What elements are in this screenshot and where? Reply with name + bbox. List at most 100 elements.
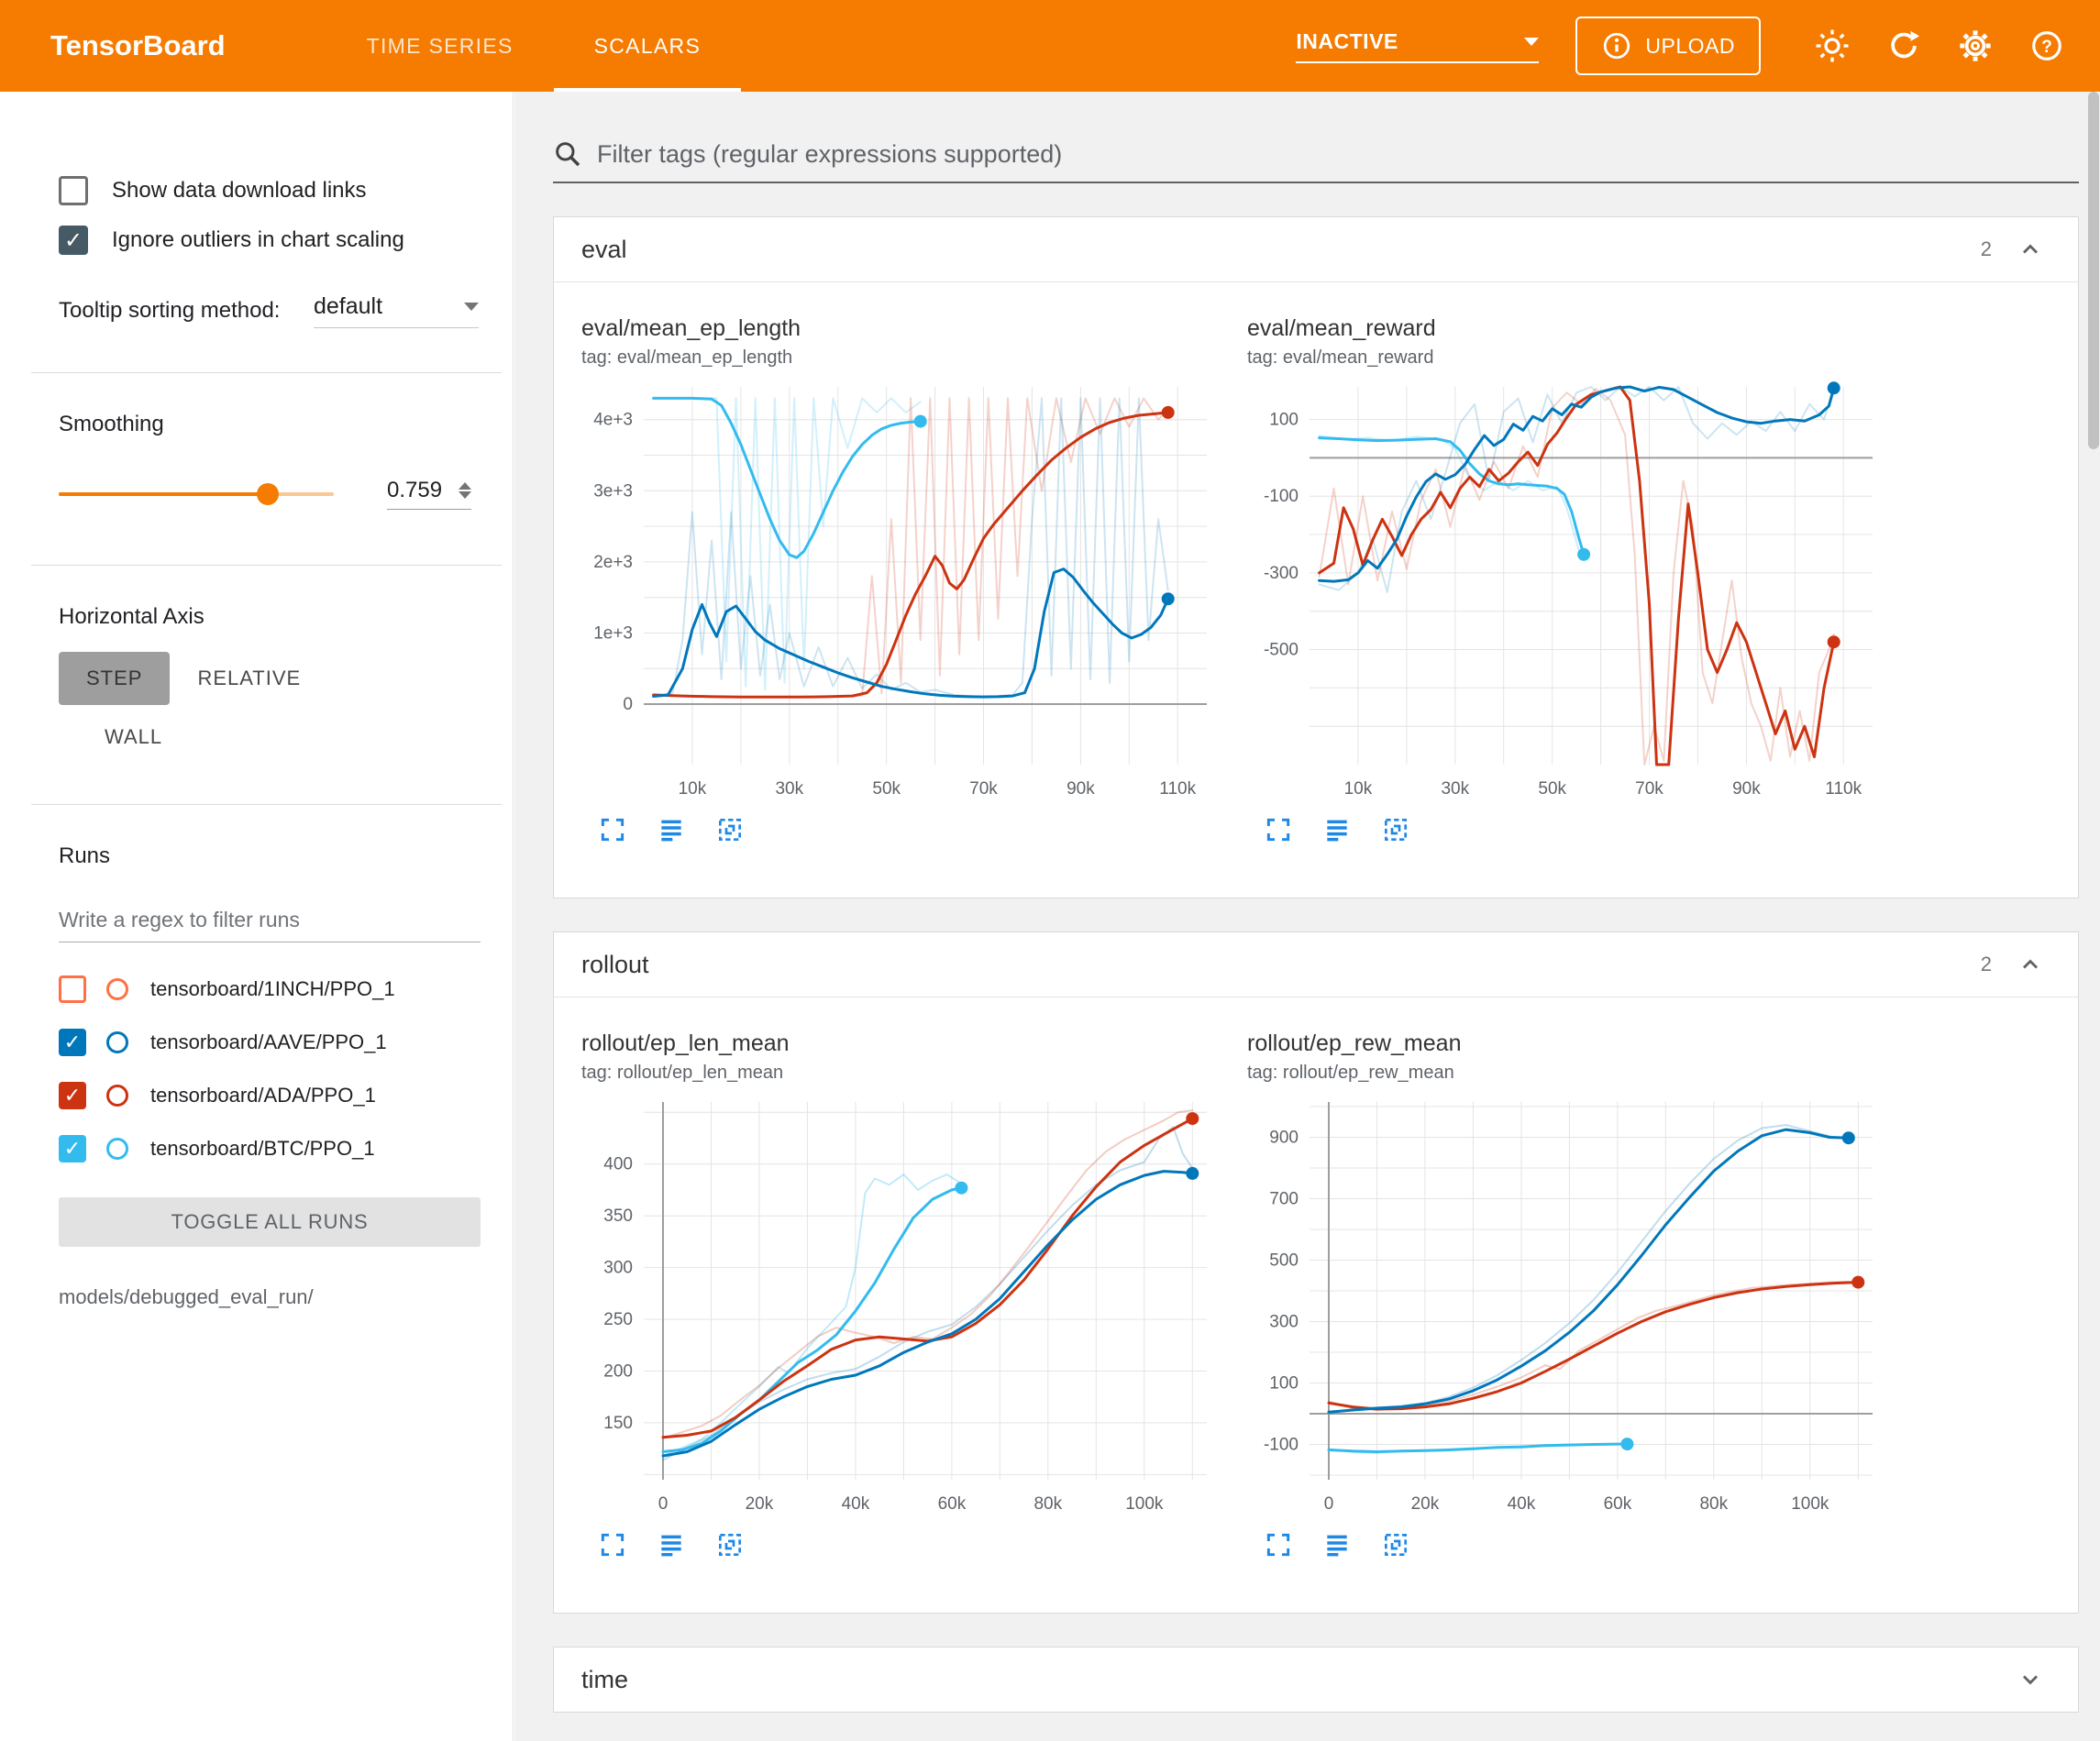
dashboard-main: eval 2 eval/mean_ep_length tag: eval/mea… — [514, 92, 2100, 1741]
svg-text:400: 400 — [603, 1155, 633, 1174]
run-row-ada[interactable]: tensorboard/ADA/PPO_1 — [59, 1069, 485, 1122]
chart-widget-mean-reward: eval/mean_reward tag: eval/mean_reward 1… — [1247, 315, 1889, 846]
scrollbar[interactable] — [2087, 92, 2100, 1741]
run-row-1inch[interactable]: tensorboard/1INCH/PPO_1 — [59, 963, 485, 1016]
refresh-icon[interactable] — [1878, 20, 1929, 72]
section-header-eval[interactable]: eval 2 — [554, 217, 2078, 281]
nav-tabs: TIME SERIES SCALARS — [326, 0, 741, 92]
chart-count-badge: 2 — [1981, 953, 1992, 976]
run-label: tensorboard/1INCH/PPO_1 — [150, 977, 395, 1001]
svg-text:250: 250 — [603, 1310, 633, 1329]
smoothing-slider[interactable] — [59, 492, 334, 496]
tooltip-sorting-select[interactable]: default — [314, 293, 479, 328]
fit-domain-icon[interactable] — [1379, 813, 1412, 846]
expand-chart-icon[interactable] — [596, 1528, 629, 1561]
run-checkbox[interactable] — [59, 1135, 86, 1163]
svg-text:350: 350 — [603, 1207, 633, 1226]
section-title: time — [581, 1666, 628, 1694]
fit-domain-icon[interactable] — [713, 813, 746, 846]
setting-show-download-links[interactable]: Show data download links — [59, 176, 485, 205]
svg-text:150: 150 — [603, 1414, 633, 1433]
axis-wall-button[interactable]: WALL — [77, 711, 190, 764]
svg-text:10k: 10k — [1344, 779, 1373, 799]
fit-domain-icon[interactable] — [713, 1528, 746, 1561]
data-table-icon[interactable] — [1321, 1528, 1354, 1561]
svg-text:50k: 50k — [1538, 779, 1566, 799]
checkbox-show-download-links[interactable] — [59, 176, 88, 205]
chart-tag: tag: eval/mean_reward — [1247, 347, 1889, 369]
run-color-ring — [106, 1138, 128, 1160]
section-header-rollout[interactable]: rollout 2 — [554, 932, 2078, 997]
toggle-all-runs-button[interactable]: TOGGLE ALL RUNS — [59, 1197, 481, 1247]
line-chart[interactable]: 020k40k60k80k100k900700500300100-100 — [1247, 1091, 1889, 1526]
runs-base-path: models/debugged_eval_run/ — [59, 1285, 485, 1309]
svg-text:500: 500 — [1269, 1251, 1299, 1271]
svg-text:1e+3: 1e+3 — [593, 624, 633, 644]
topbar: TensorBoard TIME SERIES SCALARS INACTIVE… — [0, 0, 2100, 92]
chart-widget-mean-ep-length: eval/mean_ep_length tag: eval/mean_ep_le… — [581, 315, 1223, 846]
section-body-rollout: rollout/ep_len_mean tag: rollout/ep_len_… — [554, 997, 2078, 1613]
stepper-arrows-icon[interactable] — [459, 482, 471, 499]
run-row-aave[interactable]: tensorboard/AAVE/PPO_1 — [59, 1016, 485, 1069]
line-chart[interactable]: 10k30k50k70k90k110k100-100-300-500 — [1247, 376, 1889, 811]
tab-scalars[interactable]: SCALARS — [554, 0, 741, 92]
setting-ignore-outliers[interactable]: Ignore outliers in chart scaling — [59, 226, 485, 255]
data-table-icon[interactable] — [655, 1528, 688, 1561]
svg-text:60k: 60k — [1604, 1494, 1632, 1514]
chart-title: rollout/ep_rew_mean — [1247, 1030, 1889, 1057]
svg-text:50k: 50k — [872, 779, 901, 799]
data-table-icon[interactable] — [655, 813, 688, 846]
slider-thumb[interactable] — [257, 483, 279, 505]
expand-chart-icon[interactable] — [1262, 813, 1295, 846]
scrollbar-thumb[interactable] — [2088, 92, 2099, 449]
smoothing-label: Smoothing — [59, 412, 485, 437]
data-table-icon[interactable] — [1321, 813, 1354, 846]
tag-filter-input[interactable] — [597, 140, 2079, 169]
runs-filter-input[interactable] — [59, 902, 481, 942]
svg-text:-100: -100 — [1264, 487, 1299, 506]
smoothing-value-input[interactable] — [387, 478, 457, 503]
run-checkbox[interactable] — [59, 1082, 86, 1109]
smoothing-row — [59, 478, 485, 510]
svg-text:?: ? — [2041, 38, 2052, 57]
horizontal-axis-label: Horizontal Axis — [59, 604, 485, 630]
app-title: TensorBoard — [50, 29, 226, 62]
status-dropdown[interactable]: INACTIVE — [1296, 29, 1539, 63]
expand-chart-icon[interactable] — [1262, 1528, 1295, 1561]
axis-step-button[interactable]: STEP — [59, 652, 170, 705]
run-checkbox[interactable] — [59, 975, 86, 1003]
tab-time-series[interactable]: TIME SERIES — [326, 0, 554, 92]
line-chart[interactable]: 020k40k60k80k100k150200250300350400 — [581, 1091, 1223, 1526]
section-header-time[interactable]: time — [554, 1647, 2078, 1712]
chart-title: eval/mean_ep_length — [581, 315, 1223, 342]
svg-text:110k: 110k — [1159, 779, 1196, 799]
svg-text:60k: 60k — [938, 1494, 967, 1514]
help-icon[interactable]: ? — [2021, 20, 2072, 72]
svg-text:2e+3: 2e+3 — [593, 553, 633, 572]
svg-text:30k: 30k — [1441, 779, 1469, 799]
upload-label: UPLOAD — [1645, 34, 1735, 59]
chevron-down-icon[interactable] — [2010, 1659, 2050, 1700]
upload-button[interactable]: UPLOAD — [1575, 17, 1761, 75]
run-label: tensorboard/ADA/PPO_1 — [150, 1084, 376, 1107]
expand-chart-icon[interactable] — [596, 813, 629, 846]
run-checkbox[interactable] — [59, 1029, 86, 1056]
svg-text:0: 0 — [623, 695, 633, 714]
svg-text:700: 700 — [1269, 1190, 1299, 1209]
settings-sidebar: Show data download links Ignore outliers… — [0, 92, 514, 1741]
fit-domain-icon[interactable] — [1379, 1528, 1412, 1561]
checkbox-ignore-outliers[interactable] — [59, 226, 88, 255]
svg-text:-100: -100 — [1264, 1436, 1299, 1455]
svg-text:-300: -300 — [1264, 564, 1299, 583]
chart-widget-ep-rew-mean: rollout/ep_rew_mean tag: rollout/ep_rew_… — [1247, 1030, 1889, 1561]
svg-text:80k: 80k — [1033, 1494, 1062, 1514]
chevron-up-icon[interactable] — [2010, 229, 2050, 270]
chevron-up-icon[interactable] — [2010, 944, 2050, 985]
tag-filter-row — [553, 139, 2079, 183]
line-chart[interactable]: 10k30k50k70k90k110k01e+32e+33e+34e+3 — [581, 376, 1223, 811]
axis-relative-button[interactable]: RELATIVE — [170, 652, 328, 705]
run-row-btc[interactable]: tensorboard/BTC/PPO_1 — [59, 1122, 485, 1175]
run-color-ring — [106, 1031, 128, 1053]
settings-gear-icon[interactable] — [1950, 20, 2001, 72]
brightness-icon[interactable] — [1807, 20, 1858, 72]
